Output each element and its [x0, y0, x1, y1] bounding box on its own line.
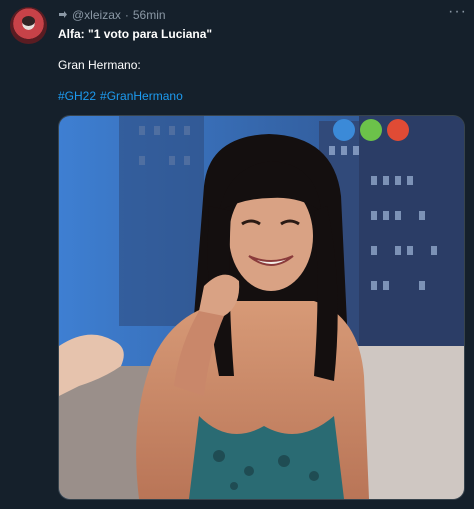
header-separator: ·: [124, 8, 129, 22]
hashtag-gh22[interactable]: #GH22: [58, 89, 96, 103]
avatar[interactable]: [10, 7, 47, 44]
tweet-time[interactable]: 56min: [133, 8, 166, 22]
tweet-text-line2: Gran Hermano:: [58, 58, 141, 72]
reply-arrow-icon: [58, 10, 68, 20]
tweet-text-line1: Alfa: "1 voto para Luciana": [58, 27, 212, 42]
hashtags: #GH22 #GranHermano: [58, 89, 183, 103]
author-handle[interactable]: @xleizax: [72, 8, 121, 22]
more-options-icon[interactable]: ···: [448, 4, 466, 22]
tweet-media-image[interactable]: [58, 115, 465, 500]
tweet-header: @xleizax · 56min: [58, 7, 166, 23]
line1-name: Luciana": [161, 27, 213, 41]
line1-prefix: Alfa: "1 voto para: [58, 27, 162, 41]
hashtag-granhermano[interactable]: #GranHermano: [100, 89, 183, 103]
media-photo: [59, 116, 464, 499]
tweet[interactable]: @xleizax · 56min ··· Alfa: "1 voto para …: [0, 0, 474, 509]
